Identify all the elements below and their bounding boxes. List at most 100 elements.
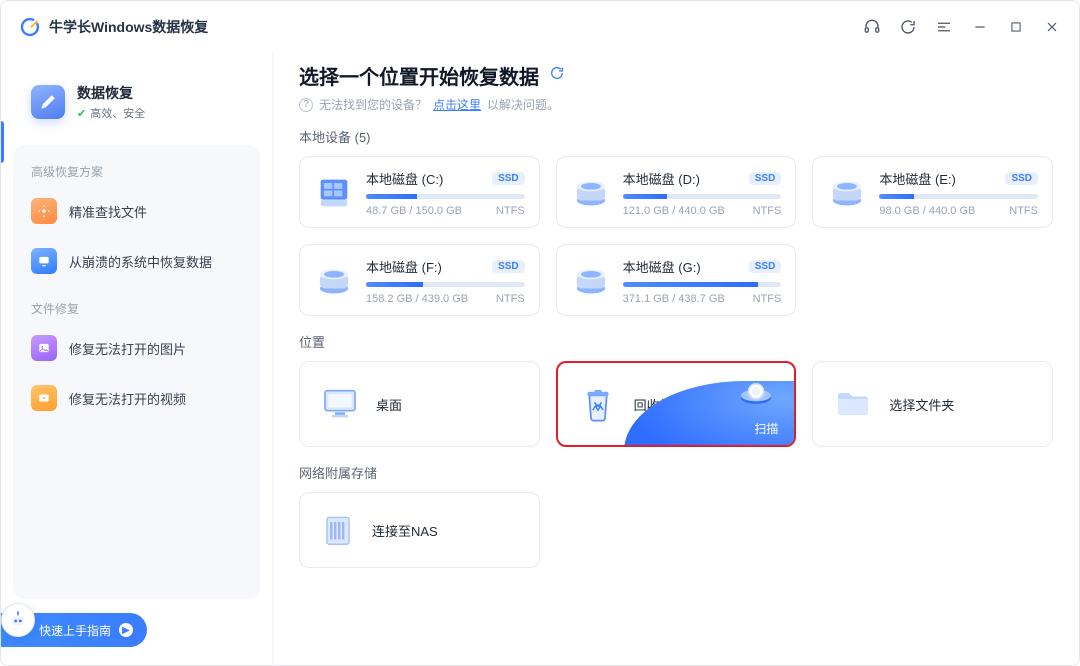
device-card[interactable]: 本地磁盘 (F:) SSD 158.2 GB / 439.0 GB NTFS xyxy=(299,244,540,316)
device-name: 本地磁盘 (E:) xyxy=(879,169,956,188)
device-usage: 158.2 GB / 439.0 GB xyxy=(366,293,468,305)
ssd-badge: SSD xyxy=(749,172,782,185)
disk-icon xyxy=(571,173,611,213)
refresh-icon[interactable] xyxy=(549,65,565,86)
device-info: 本地磁盘 (F:) SSD 158.2 GB / 439.0 GB NTFS xyxy=(366,257,525,305)
minimize-icon[interactable] xyxy=(971,18,989,36)
video-icon xyxy=(31,385,57,411)
nas-card[interactable]: 连接至NAS xyxy=(299,492,540,568)
location-label: 桌面 xyxy=(376,395,402,414)
device-usage: 371.1 GB / 438.7 GB xyxy=(623,293,725,305)
device-card[interactable]: 本地磁盘 (D:) SSD 121.0 GB / 440.0 GB NTFS xyxy=(556,156,797,228)
recycle-bin-icon xyxy=(576,382,620,426)
nav-item-repair-video[interactable]: 修复无法打开的视频 xyxy=(19,373,254,423)
ssd-badge: SSD xyxy=(749,260,782,273)
menu-icon[interactable] xyxy=(935,18,953,36)
location-card-choose-folder[interactable]: 选择文件夹 xyxy=(812,361,1053,447)
ssd-badge: SSD xyxy=(492,260,525,273)
nav-label: 修复无法打开的视频 xyxy=(69,389,186,408)
section-repair-label: 文件修复 xyxy=(19,296,254,323)
scan-button-label[interactable]: 扫描 xyxy=(754,420,778,437)
disk-icon xyxy=(314,261,354,301)
section-advanced-label: 高级恢复方案 xyxy=(19,159,254,186)
image-icon xyxy=(31,335,57,361)
app-title: 牛学长Windows数据恢复 xyxy=(49,17,208,37)
help-icon[interactable]: ? xyxy=(299,98,313,112)
quick-guide-button[interactable]: 快速上手指南 ▶ xyxy=(1,613,147,647)
location-label: 选择文件夹 xyxy=(889,395,954,414)
device-name: 本地磁盘 (F:) xyxy=(366,257,442,276)
subtitle-post: 以解决问题。 xyxy=(487,96,559,113)
device-name: 本地磁盘 (G:) xyxy=(623,257,701,276)
usage-progress xyxy=(366,282,525,287)
update-icon[interactable] xyxy=(899,18,917,36)
device-filesystem: NTFS xyxy=(496,205,525,217)
device-filesystem: NTFS xyxy=(496,293,525,305)
nas-grid: 连接至NAS xyxy=(299,492,1053,568)
robot-icon xyxy=(1,603,35,637)
monitor-icon xyxy=(31,248,57,274)
titlebar-right xyxy=(863,18,1061,36)
disk-icon xyxy=(827,173,867,213)
device-name: 本地磁盘 (D:) xyxy=(623,169,700,188)
target-icon xyxy=(31,198,57,224)
nav-label: 从崩溃的系统中恢复数据 xyxy=(69,252,212,271)
shield-check-icon: ✔ xyxy=(77,107,86,120)
ssd-badge: SSD xyxy=(492,172,525,185)
headset-icon[interactable] xyxy=(863,18,881,36)
device-info: 本地磁盘 (G:)SSD371.1 GB / 438.7 GBNTFS xyxy=(623,257,782,305)
disk-icon xyxy=(571,261,611,301)
folder-icon xyxy=(831,382,875,426)
device-card[interactable]: 本地磁盘 (C:)SSD48.7 GB / 150.0 GBNTFS xyxy=(299,156,540,228)
tools-icon xyxy=(31,85,65,119)
hero-subtitle-text: 高效、安全 xyxy=(90,105,145,121)
hero-subtitle: ✔ 高效、安全 xyxy=(77,105,145,121)
device-card[interactable]: 本地磁盘 (G:)SSD371.1 GB / 438.7 GBNTFS xyxy=(556,244,797,316)
subtitle-row: ? 无法找到您的设备？ 点击这里 以解决问题。 xyxy=(299,96,1053,113)
hero-text: 数据恢复 ✔ 高效、安全 xyxy=(77,83,145,121)
device-card[interactable]: 本地磁盘 (E:)SSD98.0 GB / 440.0 GBNTFS xyxy=(812,156,1053,228)
location-card-recycle-bin[interactable]: 回收站 扫描 xyxy=(556,361,797,447)
subtitle-pre: 无法找到您的设备？ xyxy=(319,96,427,113)
close-icon[interactable] xyxy=(1043,18,1061,36)
hero-title: 数据恢复 xyxy=(77,83,145,103)
usage-progress xyxy=(623,282,782,287)
app-logo-icon xyxy=(19,16,41,38)
magnifier-icon xyxy=(736,373,776,413)
device-info: 本地磁盘 (C:)SSD48.7 GB / 150.0 GBNTFS xyxy=(366,169,525,217)
usage-progress xyxy=(366,194,525,199)
nas-label: 连接至NAS xyxy=(372,521,438,540)
sidebar-menu-box: 高级恢复方案 精准查找文件 从崩溃的系统中恢复数据 文件修复 修复无法打开的图片 xyxy=(13,145,260,599)
device-usage: 98.0 GB / 440.0 GB xyxy=(879,205,975,217)
sidebar: 数据恢复 ✔ 高效、安全 高级恢复方案 精准查找文件 从崩溃的系统中恢复数据 xyxy=(1,53,273,665)
location-card-desktop[interactable]: 桌面 xyxy=(299,361,540,447)
device-info: 本地磁盘 (D:) SSD 121.0 GB / 440.0 GB NTFS xyxy=(623,169,782,217)
nav-item-precise-search[interactable]: 精准查找文件 xyxy=(19,186,254,236)
active-indicator xyxy=(1,121,4,163)
section-location-title: 位置 xyxy=(299,332,1053,351)
titlebar: 牛学长Windows数据恢复 xyxy=(1,1,1079,53)
nav-item-crash-recovery[interactable]: 从崩溃的系统中恢复数据 xyxy=(19,236,254,286)
sidebar-hero-card[interactable]: 数据恢复 ✔ 高效、安全 xyxy=(17,69,256,135)
usage-progress xyxy=(623,194,782,199)
nas-icon xyxy=(318,510,358,550)
device-info: 本地磁盘 (E:)SSD98.0 GB / 440.0 GBNTFS xyxy=(879,169,1038,217)
section-local-title: 本地设备 (5) xyxy=(299,127,1053,146)
maximize-icon[interactable] xyxy=(1007,18,1025,36)
titlebar-left: 牛学长Windows数据恢复 xyxy=(19,16,208,38)
device-filesystem: NTFS xyxy=(753,205,782,217)
subtitle-link[interactable]: 点击这里 xyxy=(433,96,481,113)
usage-progress xyxy=(879,194,1038,199)
ssd-badge: SSD xyxy=(1005,172,1038,185)
container: 数据恢复 ✔ 高效、安全 高级恢复方案 精准查找文件 从崩溃的系统中恢复数据 xyxy=(1,53,1079,665)
chevron-right-icon: ▶ xyxy=(119,623,133,637)
desktop-icon xyxy=(318,382,362,426)
nav-label: 修复无法打开的图片 xyxy=(69,339,186,358)
device-usage: 121.0 GB / 440.0 GB xyxy=(623,205,725,217)
location-grid: 桌面 回收站 扫描 选择文件夹 xyxy=(299,361,1053,447)
page-title-row: 选择一个位置开始恢复数据 xyxy=(299,61,1053,90)
nav-item-repair-image[interactable]: 修复无法打开的图片 xyxy=(19,323,254,373)
page-title: 选择一个位置开始恢复数据 xyxy=(299,61,539,90)
main: 选择一个位置开始恢复数据 ? 无法找到您的设备？ 点击这里 以解决问题。 本地设… xyxy=(273,53,1079,665)
quick-guide-label: 快速上手指南 xyxy=(39,622,111,639)
